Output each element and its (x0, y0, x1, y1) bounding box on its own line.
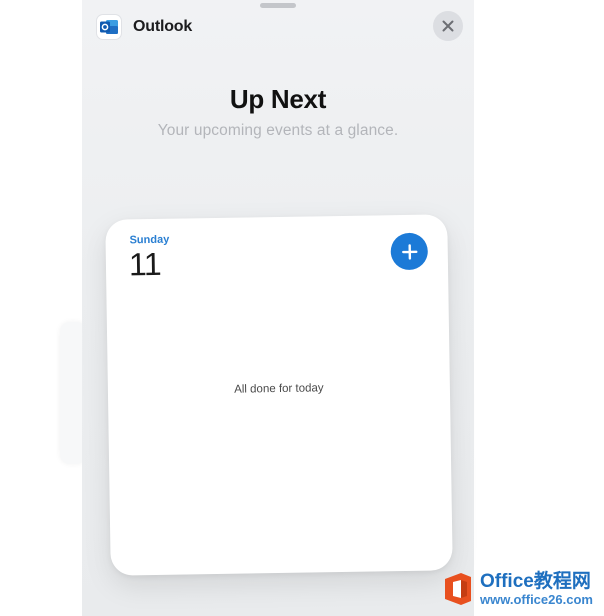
empty-state-message: All done for today (234, 382, 324, 396)
add-event-button[interactable] (390, 232, 429, 271)
watermark: Office教程网 www.office26.com (441, 565, 601, 613)
close-icon (442, 20, 454, 32)
gallery-title: Up Next (229, 84, 327, 114)
watermark-text: Office教程网 www.office26.com (480, 571, 593, 607)
day-name: Sunday (129, 233, 170, 247)
screen: Outlook Up Next Your upcoming events at … (0, 0, 604, 616)
app-name: Outlook (133, 18, 193, 35)
office-logo-icon (445, 573, 471, 605)
outlook-icon (96, 14, 122, 40)
watermark-brand: Office教程网 (480, 571, 591, 592)
sheet-grabber[interactable] (260, 3, 296, 8)
close-button[interactable] (433, 11, 463, 41)
app-header: Outlook (96, 13, 192, 41)
gallery-subtitle: Your upcoming events at a glance. (157, 122, 399, 139)
up-next-widget-preview[interactable]: Sunday 11 All done for today (105, 214, 453, 576)
plus-icon (401, 243, 417, 260)
watermark-url: www.office26.com (480, 592, 593, 607)
day-number: 11 (128, 245, 162, 283)
